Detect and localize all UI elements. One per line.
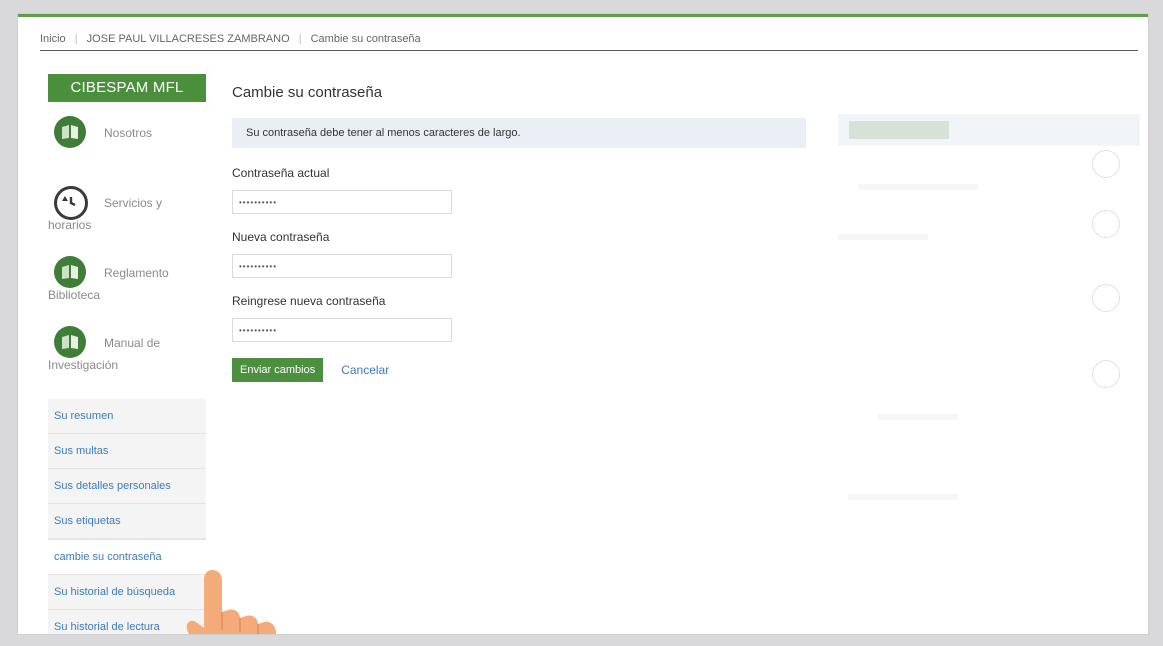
book-icon <box>54 116 86 148</box>
password-hint-alert: Su contraseña debe tener al menos caract… <box>232 118 806 148</box>
new-password-field[interactable]: •••••••••• <box>232 254 452 278</box>
faded-line <box>858 184 978 190</box>
menu-item-multas[interactable]: Sus multas <box>48 434 206 469</box>
sidebar-link-reglamento[interactable]: Reglamento Biblioteca <box>48 248 206 318</box>
breadcrumb-separator: | <box>298 33 302 45</box>
confirm-password-label: Reingrese nueva contraseña <box>232 294 386 308</box>
cancel-link[interactable]: Cancelar <box>341 363 389 377</box>
sidebar-link-manual[interactable]: Manual de Investigación <box>48 318 206 388</box>
faded-circle-icon <box>1092 210 1120 238</box>
sidebar-link-servicios[interactable]: Servicios y horarios <box>48 178 206 248</box>
faded-tag <box>849 121 949 139</box>
sidebar-link-label-2: horarios <box>48 218 92 232</box>
faded-circle-icon <box>1092 284 1120 312</box>
sidebar-link-label: Manual de <box>104 336 161 350</box>
breadcrumb-user[interactable]: JOSE PAUL VILLACRESES ZAMBRANO <box>87 33 290 45</box>
faded-circle-icon <box>1092 150 1120 178</box>
current-password-label: Contraseña actual <box>232 166 330 180</box>
sidebar-link-label: Reglamento <box>104 266 169 280</box>
hand-pointer-icon <box>186 570 276 634</box>
main-content: Cambie su contraseña Su contraseña debe … <box>232 84 822 382</box>
confirm-password-field[interactable]: •••••••••• <box>232 318 452 342</box>
sidebar-link-label: Servicios y <box>104 196 163 210</box>
breadcrumb-home[interactable]: Inicio <box>40 33 66 45</box>
breadcrumb-current: Cambie su contraseña <box>310 33 421 45</box>
faded-line <box>848 494 958 500</box>
history-icon <box>54 186 88 220</box>
form-actions: Enviar cambios Cancelar <box>232 358 822 382</box>
sidebar-link-nosotros[interactable]: Nosotros <box>48 108 206 178</box>
menu-item-resumen[interactable]: Su resumen <box>48 399 206 434</box>
faded-circle-icon <box>1092 360 1120 388</box>
breadcrumb: Inicio | JOSE PAUL VILLACRESES ZAMBRANO … <box>40 28 1138 51</box>
breadcrumb-separator: | <box>74 33 78 45</box>
sidebar-link-label: Nosotros <box>104 126 153 140</box>
faded-search-bar <box>838 114 1140 146</box>
menu-item-etiquetas[interactable]: Sus etiquetas <box>48 504 206 539</box>
submit-button[interactable]: Enviar cambios <box>232 358 324 382</box>
page-title: Cambie su contraseña <box>232 84 383 101</box>
sidebar-link-label-2: Biblioteca <box>48 288 101 302</box>
menu-item-detalles[interactable]: Sus detalles personales <box>48 469 206 504</box>
book-icon <box>54 326 86 358</box>
faded-line <box>838 234 928 240</box>
sidebar: CIBESPAM MFL Nosotros Servicios y horari… <box>48 74 206 388</box>
sidebar-link-label-2: Investigación <box>48 358 119 372</box>
faded-background-content <box>838 114 1140 574</box>
browser-page: Inicio | JOSE PAUL VILLACRESES ZAMBRANO … <box>18 14 1148 634</box>
sidebar-brand[interactable]: CIBESPAM MFL <box>48 74 206 102</box>
new-password-label: Nueva contraseña <box>232 230 330 244</box>
book-icon <box>54 256 86 288</box>
faded-line <box>878 414 958 420</box>
current-password-field[interactable]: •••••••••• <box>232 190 452 214</box>
